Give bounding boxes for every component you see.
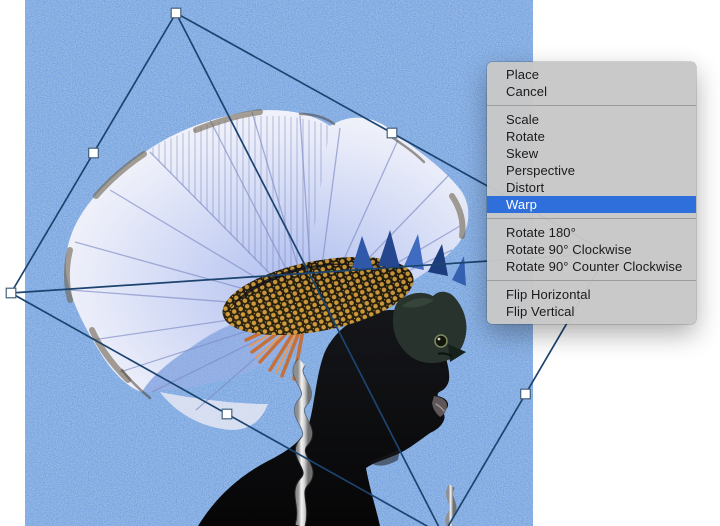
- transform-handle-left-corner[interactable]: [5, 287, 17, 299]
- menu-item-scale[interactable]: Scale: [487, 111, 696, 128]
- menu-separator: [487, 218, 696, 219]
- menu-item-place[interactable]: Place: [487, 66, 696, 83]
- menu-item-cancel[interactable]: Cancel: [487, 83, 696, 100]
- menu-item-rotate[interactable]: Rotate: [487, 128, 696, 145]
- transform-context-menu: Place Cancel Scale Rotate Skew Perspecti…: [487, 62, 696, 324]
- menu-item-rotate-90-ccw[interactable]: Rotate 90° Counter Clockwise: [487, 258, 696, 275]
- menu-item-flip-horizontal[interactable]: Flip Horizontal: [487, 286, 696, 303]
- transform-handle-topleft-mid[interactable]: [88, 147, 99, 159]
- photoshop-workspace: Place Cancel Scale Rotate Skew Perspecti…: [0, 0, 720, 526]
- menu-separator: [487, 105, 696, 106]
- menu-item-distort[interactable]: Distort: [487, 179, 696, 196]
- menu-item-flip-vertical[interactable]: Flip Vertical: [487, 303, 696, 320]
- transform-handle-bottomleft-mid[interactable]: [221, 408, 233, 420]
- menu-item-rotate-180[interactable]: Rotate 180°: [487, 224, 696, 241]
- transform-handle-bottomright-mid[interactable]: [520, 388, 531, 400]
- transform-handle-topright-mid[interactable]: [386, 127, 398, 139]
- menu-item-skew[interactable]: Skew: [487, 145, 696, 162]
- menu-item-rotate-90-cw[interactable]: Rotate 90° Clockwise: [487, 241, 696, 258]
- transform-handle-top-corner[interactable]: [170, 7, 182, 19]
- menu-separator: [487, 280, 696, 281]
- menu-item-perspective[interactable]: Perspective: [487, 162, 696, 179]
- menu-item-warp[interactable]: Warp: [487, 196, 696, 213]
